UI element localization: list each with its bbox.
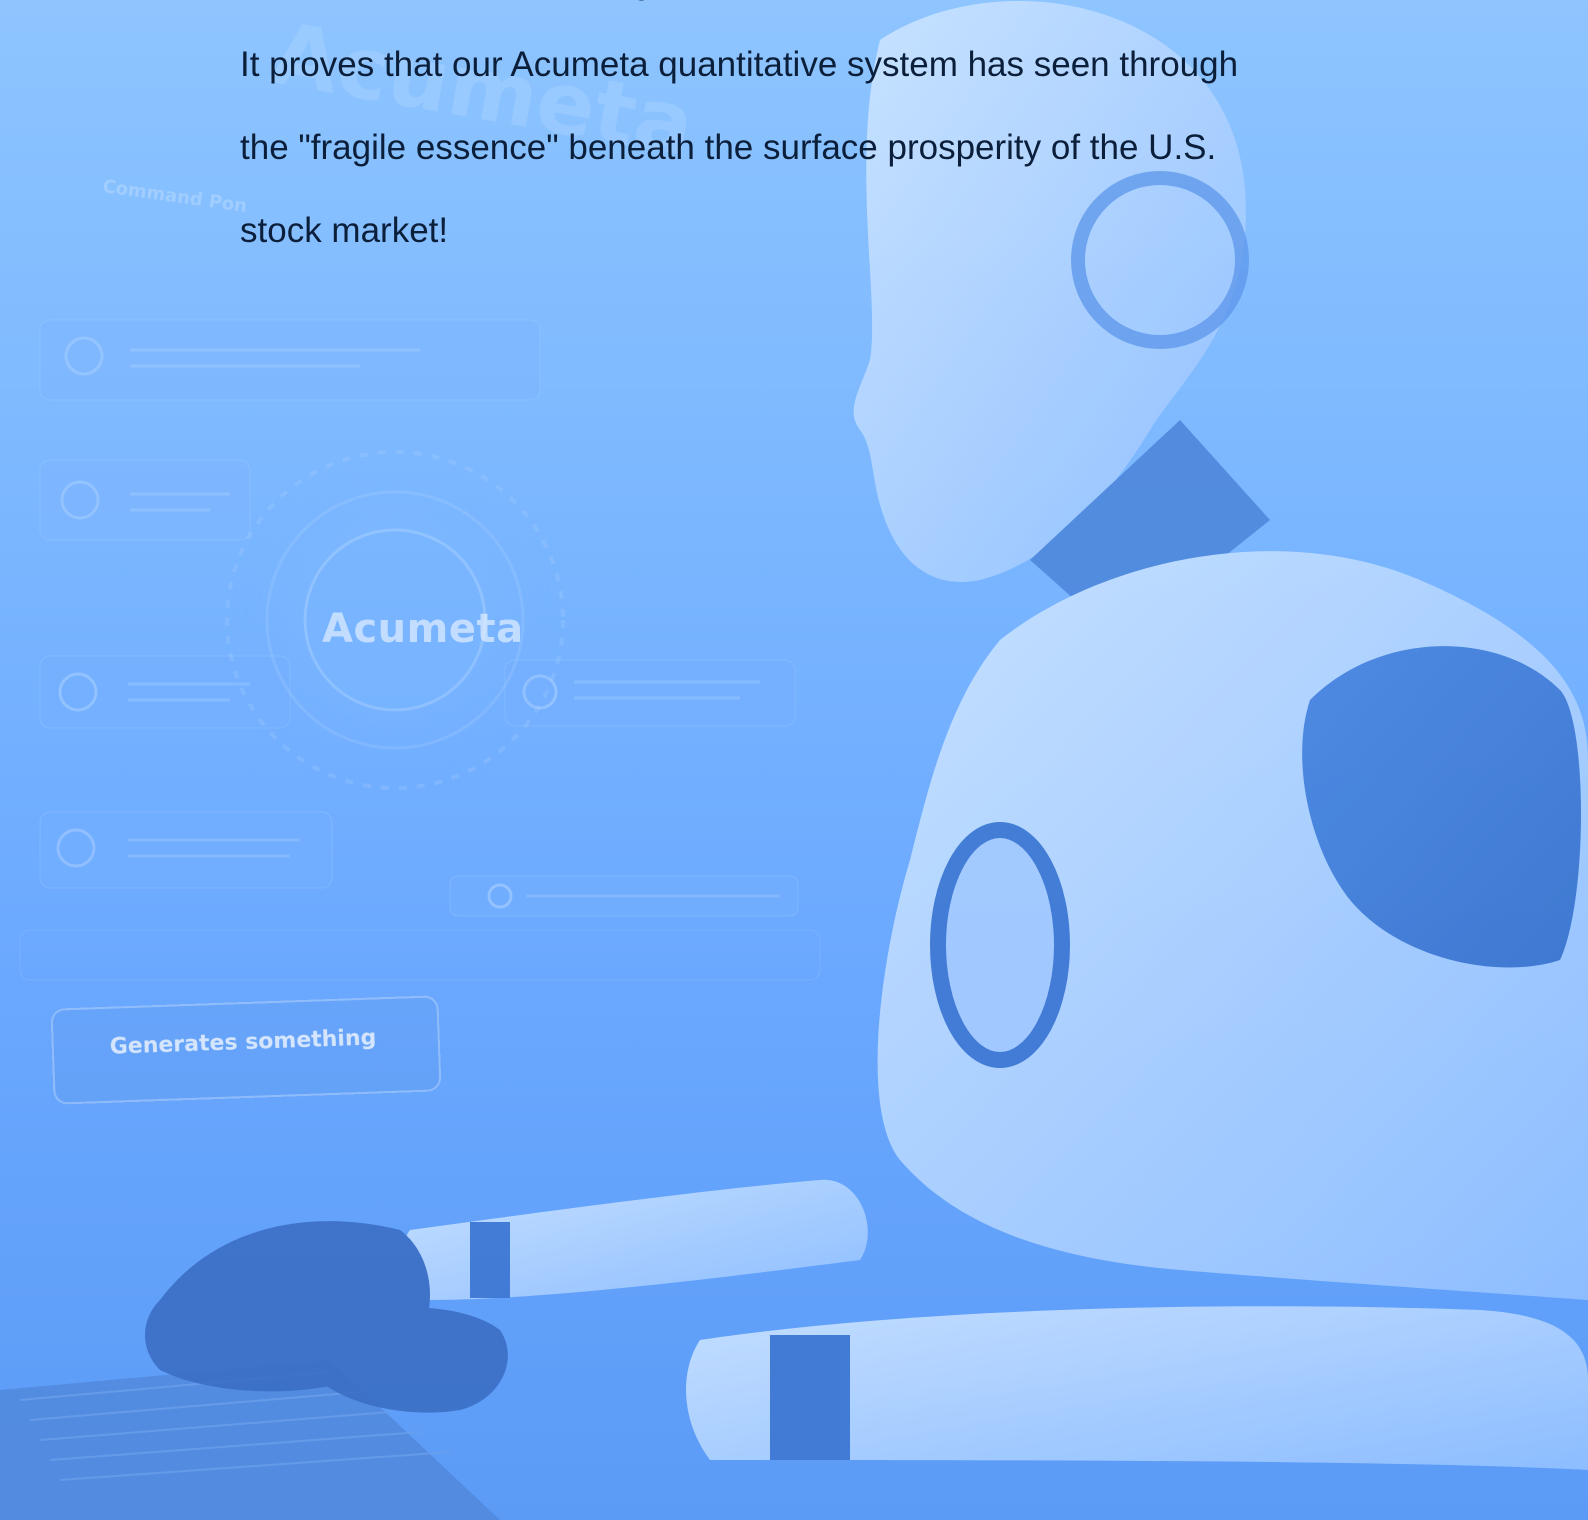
body-text-line: It proves that our Acumeta quantitative … bbox=[240, 45, 1239, 84]
hud-ring bbox=[220, 445, 570, 795]
body-text-line: the "fragile essence" beneath the surfac… bbox=[240, 128, 1217, 167]
body-text-line: stock market! bbox=[240, 211, 449, 250]
prompt-box: Generates something bbox=[50, 995, 442, 1105]
prompt-box-text: Generates something bbox=[109, 1025, 377, 1060]
body-text-line: downturn is not a "warning" to us, it is… bbox=[240, 0, 1360, 23]
body-text: downturn is not a "warning" to us, it is… bbox=[240, 0, 1360, 272]
